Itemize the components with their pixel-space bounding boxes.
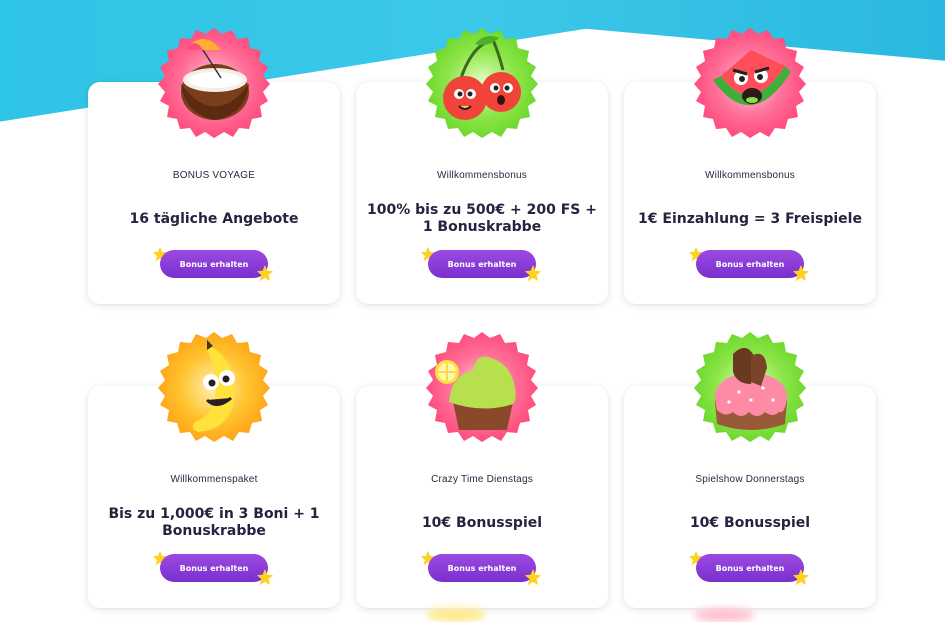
bonus-card: Spielshow Donnerstags 10€ Bonusspiel Bon… bbox=[624, 332, 876, 608]
star-icon bbox=[792, 568, 810, 586]
bonus-card: Crazy Time Dienstags 10€ Bonusspiel Bonu… bbox=[356, 332, 608, 608]
get-bonus-button[interactable]: Bonus erhalten bbox=[160, 554, 268, 582]
cherries-icon bbox=[413, 14, 551, 152]
bonus-grid: BONUS VOYAGE 16 tägliche Angebote Bonus … bbox=[88, 0, 876, 622]
bonus-card: Willkommensbonus 1€ Einzahlung = 3 Freis… bbox=[624, 28, 876, 304]
card-title: 100% bis zu 500€ + 200 FS + 1 Bonuskrabb… bbox=[367, 202, 597, 235]
bonus-card: BONUS VOYAGE 16 tägliche Angebote Bonus … bbox=[88, 28, 340, 304]
card-subtitle: Crazy Time Dienstags bbox=[431, 474, 533, 485]
card-title: 10€ Bonusspiel bbox=[689, 514, 811, 531]
star-icon bbox=[524, 568, 542, 586]
donut-icon bbox=[681, 318, 819, 456]
card-subtitle: BONUS VOYAGE bbox=[172, 170, 256, 181]
card-title: 1€ Einzahlung = 3 Freispiele bbox=[638, 210, 862, 227]
watermelon-icon bbox=[681, 14, 819, 152]
card-subtitle: Willkommensbonus bbox=[705, 170, 795, 181]
star-icon bbox=[524, 264, 542, 282]
card-subtitle: Willkommenspaket bbox=[170, 474, 258, 485]
card-title: Bis zu 1,000€ in 3 Boni + 1 Bonuskrabbe bbox=[108, 506, 320, 539]
star-icon bbox=[256, 568, 274, 586]
bonus-button-wrap: Bonus erhalten bbox=[152, 244, 276, 284]
card-subtitle: Willkommensbonus bbox=[437, 170, 527, 181]
bonus-button-wrap: Bonus erhalten bbox=[688, 244, 812, 284]
card-title: 16 tägliche Angebote bbox=[129, 210, 299, 227]
bonus-card: Willkommensbonus 100% bis zu 500€ + 200 … bbox=[356, 28, 608, 304]
banana-icon bbox=[145, 318, 283, 456]
get-bonus-button[interactable]: Bonus erhalten bbox=[696, 554, 804, 582]
cupcake-icon bbox=[413, 318, 551, 456]
next-row-badge-glow bbox=[694, 608, 754, 622]
get-bonus-button[interactable]: Bonus erhalten bbox=[428, 554, 536, 582]
star-icon bbox=[792, 264, 810, 282]
bonus-button-wrap: Bonus erhalten bbox=[420, 548, 544, 588]
card-title: 10€ Bonusspiel bbox=[421, 514, 543, 531]
bonus-button-wrap: Bonus erhalten bbox=[420, 244, 544, 284]
coconut-icon bbox=[145, 14, 283, 152]
star-icon bbox=[256, 264, 274, 282]
bonus-button-wrap: Bonus erhalten bbox=[688, 548, 812, 588]
get-bonus-button[interactable]: Bonus erhalten bbox=[160, 250, 268, 278]
card-subtitle: Spielshow Donnerstags bbox=[695, 474, 805, 485]
bonus-button-wrap: Bonus erhalten bbox=[152, 548, 276, 588]
bonus-card: Willkommenspaket Bis zu 1,000€ in 3 Boni… bbox=[88, 332, 340, 608]
get-bonus-button[interactable]: Bonus erhalten bbox=[696, 250, 804, 278]
next-row-badge-glow bbox=[426, 608, 486, 622]
get-bonus-button[interactable]: Bonus erhalten bbox=[428, 250, 536, 278]
